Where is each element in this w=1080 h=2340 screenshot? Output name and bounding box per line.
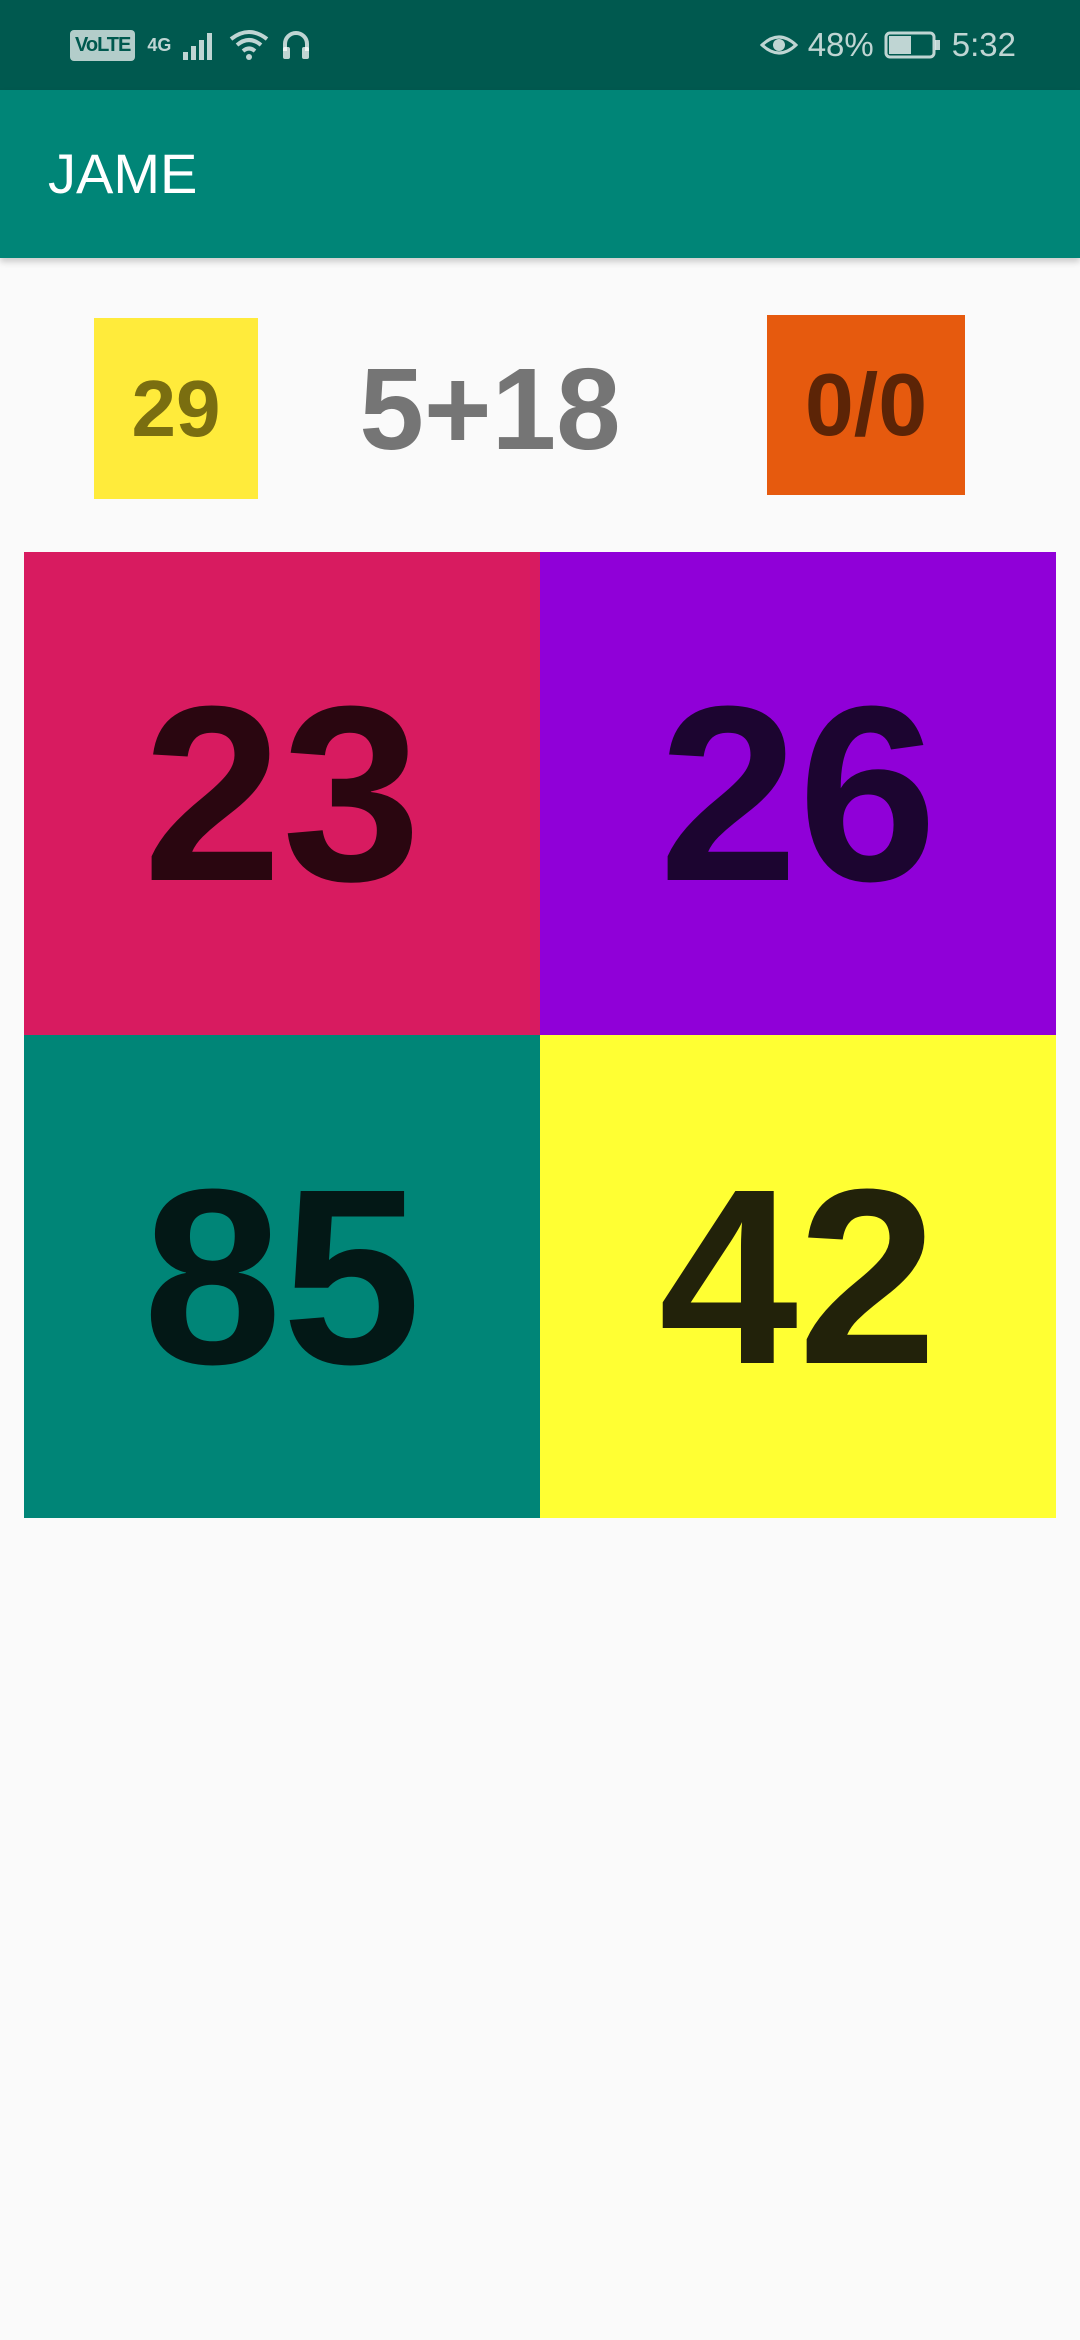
eye-icon (759, 31, 798, 59)
signal-icon (183, 30, 217, 60)
answer-option-3[interactable]: 85 (24, 1035, 540, 1518)
equation-text: 5+18 (359, 343, 621, 474)
status-right: 48% 5:32 (759, 22, 1016, 68)
answer-option-1[interactable]: 23 (24, 552, 540, 1035)
app-bar: JAME (0, 90, 1080, 258)
target-number: 29 (94, 318, 258, 499)
clock: 5:32 (951, 26, 1016, 63)
score-counter: 0/0 (767, 315, 965, 495)
answer-option-2[interactable]: 26 (540, 552, 1056, 1035)
answer-grid: 23 26 85 42 (24, 552, 1056, 1518)
app-title: JAME (48, 142, 198, 205)
volte-indicator: VoLTE (70, 29, 136, 61)
status-left: VoLTE 4G (70, 22, 311, 68)
battery-icon (884, 30, 942, 60)
battery-percent: 48% (807, 26, 874, 63)
status-bar: VoLTE 4G 48% 5:32 (0, 0, 1080, 90)
answer-option-4[interactable]: 42 (540, 1035, 1056, 1518)
headphones-icon (281, 29, 311, 61)
wifi-icon (229, 29, 269, 61)
network-type: 4G (147, 35, 172, 55)
